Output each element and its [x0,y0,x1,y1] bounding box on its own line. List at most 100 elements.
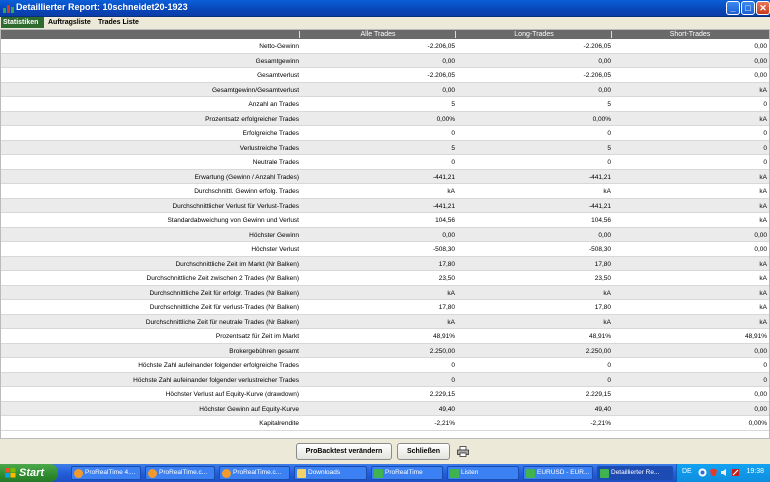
row-label: Höchste Zahl aufeinander folgender erfol… [138,362,299,369]
taskbar-task[interactable]: Downloads [294,466,367,480]
task-label: Detaillierter Re... [611,469,660,476]
shield-icon[interactable] [709,468,718,477]
tab-trades-liste[interactable]: Trades Liste [96,17,141,28]
cell-long-trades: 48,91% [588,333,611,340]
row-label: Höchster Gewinn [249,231,299,239]
row-label: Durchschnittliche Zeit für erfolgr. Trad… [149,289,299,297]
table-row: Gesamtgewinn/Gesamtverlust 0,00 0,00 kA [1,82,769,97]
cell-short-trades: kA [759,304,767,311]
cell-all-trades: 0 [451,362,455,369]
table-row: Neutrale Trades 0 0 0 [1,155,769,170]
cell-short-trades: 0 [763,362,767,369]
antivirus-icon[interactable] [731,468,740,477]
table-row: Verlustreiche Trades 5 5 0 [1,140,769,155]
cell-long-trades: -2.206,05 [583,72,611,79]
cell-long-trades: 0 [607,130,611,137]
cell-all-trades: -2.206,05 [427,43,455,50]
cell-all-trades: 0 [451,130,455,137]
table-row: Höchster Gewinn 0,00 0,00 0,00 [1,227,769,242]
tab-statistiken[interactable]: Statistiken [1,17,44,28]
cell-all-trades: -441,21 [432,202,455,210]
cell-all-trades: 49,40 [438,405,455,413]
table-row: Durchschnittliche Zeit für erfolgr. Trad… [1,285,769,300]
cell-long-trades: 17,80 [594,304,611,311]
modify-backtest-button[interactable]: ProBacktest verändern [296,443,392,460]
table-row: Erfolgreiche Trades 0 0 0 [1,126,769,141]
cell-all-trades: 0,00 [442,57,455,65]
row-label: Neutrale Trades [252,159,299,166]
row-label: Netto-Gewinn [259,43,299,50]
cell-long-trades: 0,00 [598,231,611,239]
taskbar-task[interactable]: ProRealTime.c... [219,466,290,480]
cell-all-trades: 2.250,00 [429,347,455,355]
cell-long-trades: 0 [607,376,611,384]
cell-short-trades: kA [759,188,767,195]
start-label: Start [19,467,45,479]
printer-icon[interactable] [457,446,469,457]
row-label: Gesamtverlust [257,72,299,79]
table-row: Gesamtverlust -2.206,05 -2.206,05 0,00 [1,68,769,83]
column-header-long-trades: Long-Trades [514,31,554,38]
row-label: Durchschnittliche Zeit für neutrale Trad… [145,318,299,326]
column-separator [455,31,456,38]
row-label: Durchschnittliche Zeit zwischen 2 Trades… [146,275,299,282]
cell-long-trades: -441,21 [588,173,611,181]
cell-short-trades: 48,91% [744,333,767,340]
column-header-short-trades: Short-Trades [669,31,711,38]
cell-all-trades: 17,80 [438,260,455,268]
cell-short-trades: kA [759,318,767,326]
task-label: ProRealTime [385,469,423,476]
cell-all-trades: -508,30 [432,246,455,253]
cell-all-trades: 0,00% [436,115,455,123]
network-icon[interactable] [698,468,707,477]
app-chart-icon [3,3,15,14]
cell-short-trades: kA [759,115,767,123]
cell-all-trades: 48,91% [432,333,455,340]
table-row: Höchste Zahl aufeinander folgender verlu… [1,372,769,387]
language-indicator[interactable]: DE [682,468,692,475]
volume-icon[interactable] [720,468,729,477]
taskbar-task[interactable]: Detaillierter Re... [597,466,673,480]
cell-all-trades: kA [447,188,455,195]
cell-long-trades: 17,80 [594,260,611,268]
cell-short-trades: 0,00 [754,57,767,65]
close-window-button[interactable]: ✕ [756,1,770,15]
row-label: Höchster Gewinn auf Equity-Kurve [199,405,299,413]
tab-bar: Statistiken Auftragsliste Trades Liste [0,17,770,29]
cell-long-trades: 5 [607,101,611,108]
row-label: Prozentsatz für Zeit im Markt [215,333,299,340]
start-button[interactable]: Start [0,464,58,482]
minimize-button[interactable]: _ [726,1,740,15]
cell-short-trades: kA [759,275,767,282]
cell-short-trades: kA [759,260,767,268]
cell-short-trades: kA [759,202,767,210]
taskbar-task[interactable]: EURUSD - EUR... [523,466,593,480]
cell-short-trades: 0 [763,101,767,108]
task-app-icon [600,469,609,478]
cell-long-trades: kA [603,318,611,326]
table-row: Durchschnittlicher Verlust für Verlust-T… [1,198,769,213]
task-app-icon [222,469,231,478]
taskbar-task[interactable]: Listen [447,466,519,480]
cell-all-trades: 0,00 [442,231,455,239]
table-row: Durchschnittliche Zeit im Markt (Nr Balk… [1,256,769,271]
cell-long-trades: kA [603,289,611,297]
cell-all-trades: 0,00 [442,86,455,94]
taskbar-task[interactable]: ProRealTime.c... [145,466,215,480]
row-label: Höchster Verlust [251,246,299,253]
task-app-icon [297,469,306,478]
cell-long-trades: -508,30 [588,246,611,253]
close-report-button[interactable]: Schließen [397,443,450,460]
tab-auftragsliste[interactable]: Auftragsliste [46,17,93,28]
statistics-panel: Alle Trades Long-Trades Short-Trades Net… [0,29,770,439]
taskbar-task[interactable]: ProRealTime [371,466,443,480]
window-title: Detaillierter Report: 10schneidet20-1923 [16,2,188,12]
maximize-button[interactable]: □ [741,1,755,15]
row-label: Gesamtgewinn/Gesamtverlust [211,86,299,94]
taskbar: Start ProRealTime 4.... ProRealTime.c... P… [0,464,770,482]
row-label: Verlustreiche Trades [239,144,299,152]
row-label: Gesamtgewinn [255,57,299,65]
row-label: Durchschnittl. Gewinn erfolg. Trades [194,188,299,195]
taskbar-task[interactable]: ProRealTime 4.... [71,466,141,480]
task-app-icon [74,469,83,478]
